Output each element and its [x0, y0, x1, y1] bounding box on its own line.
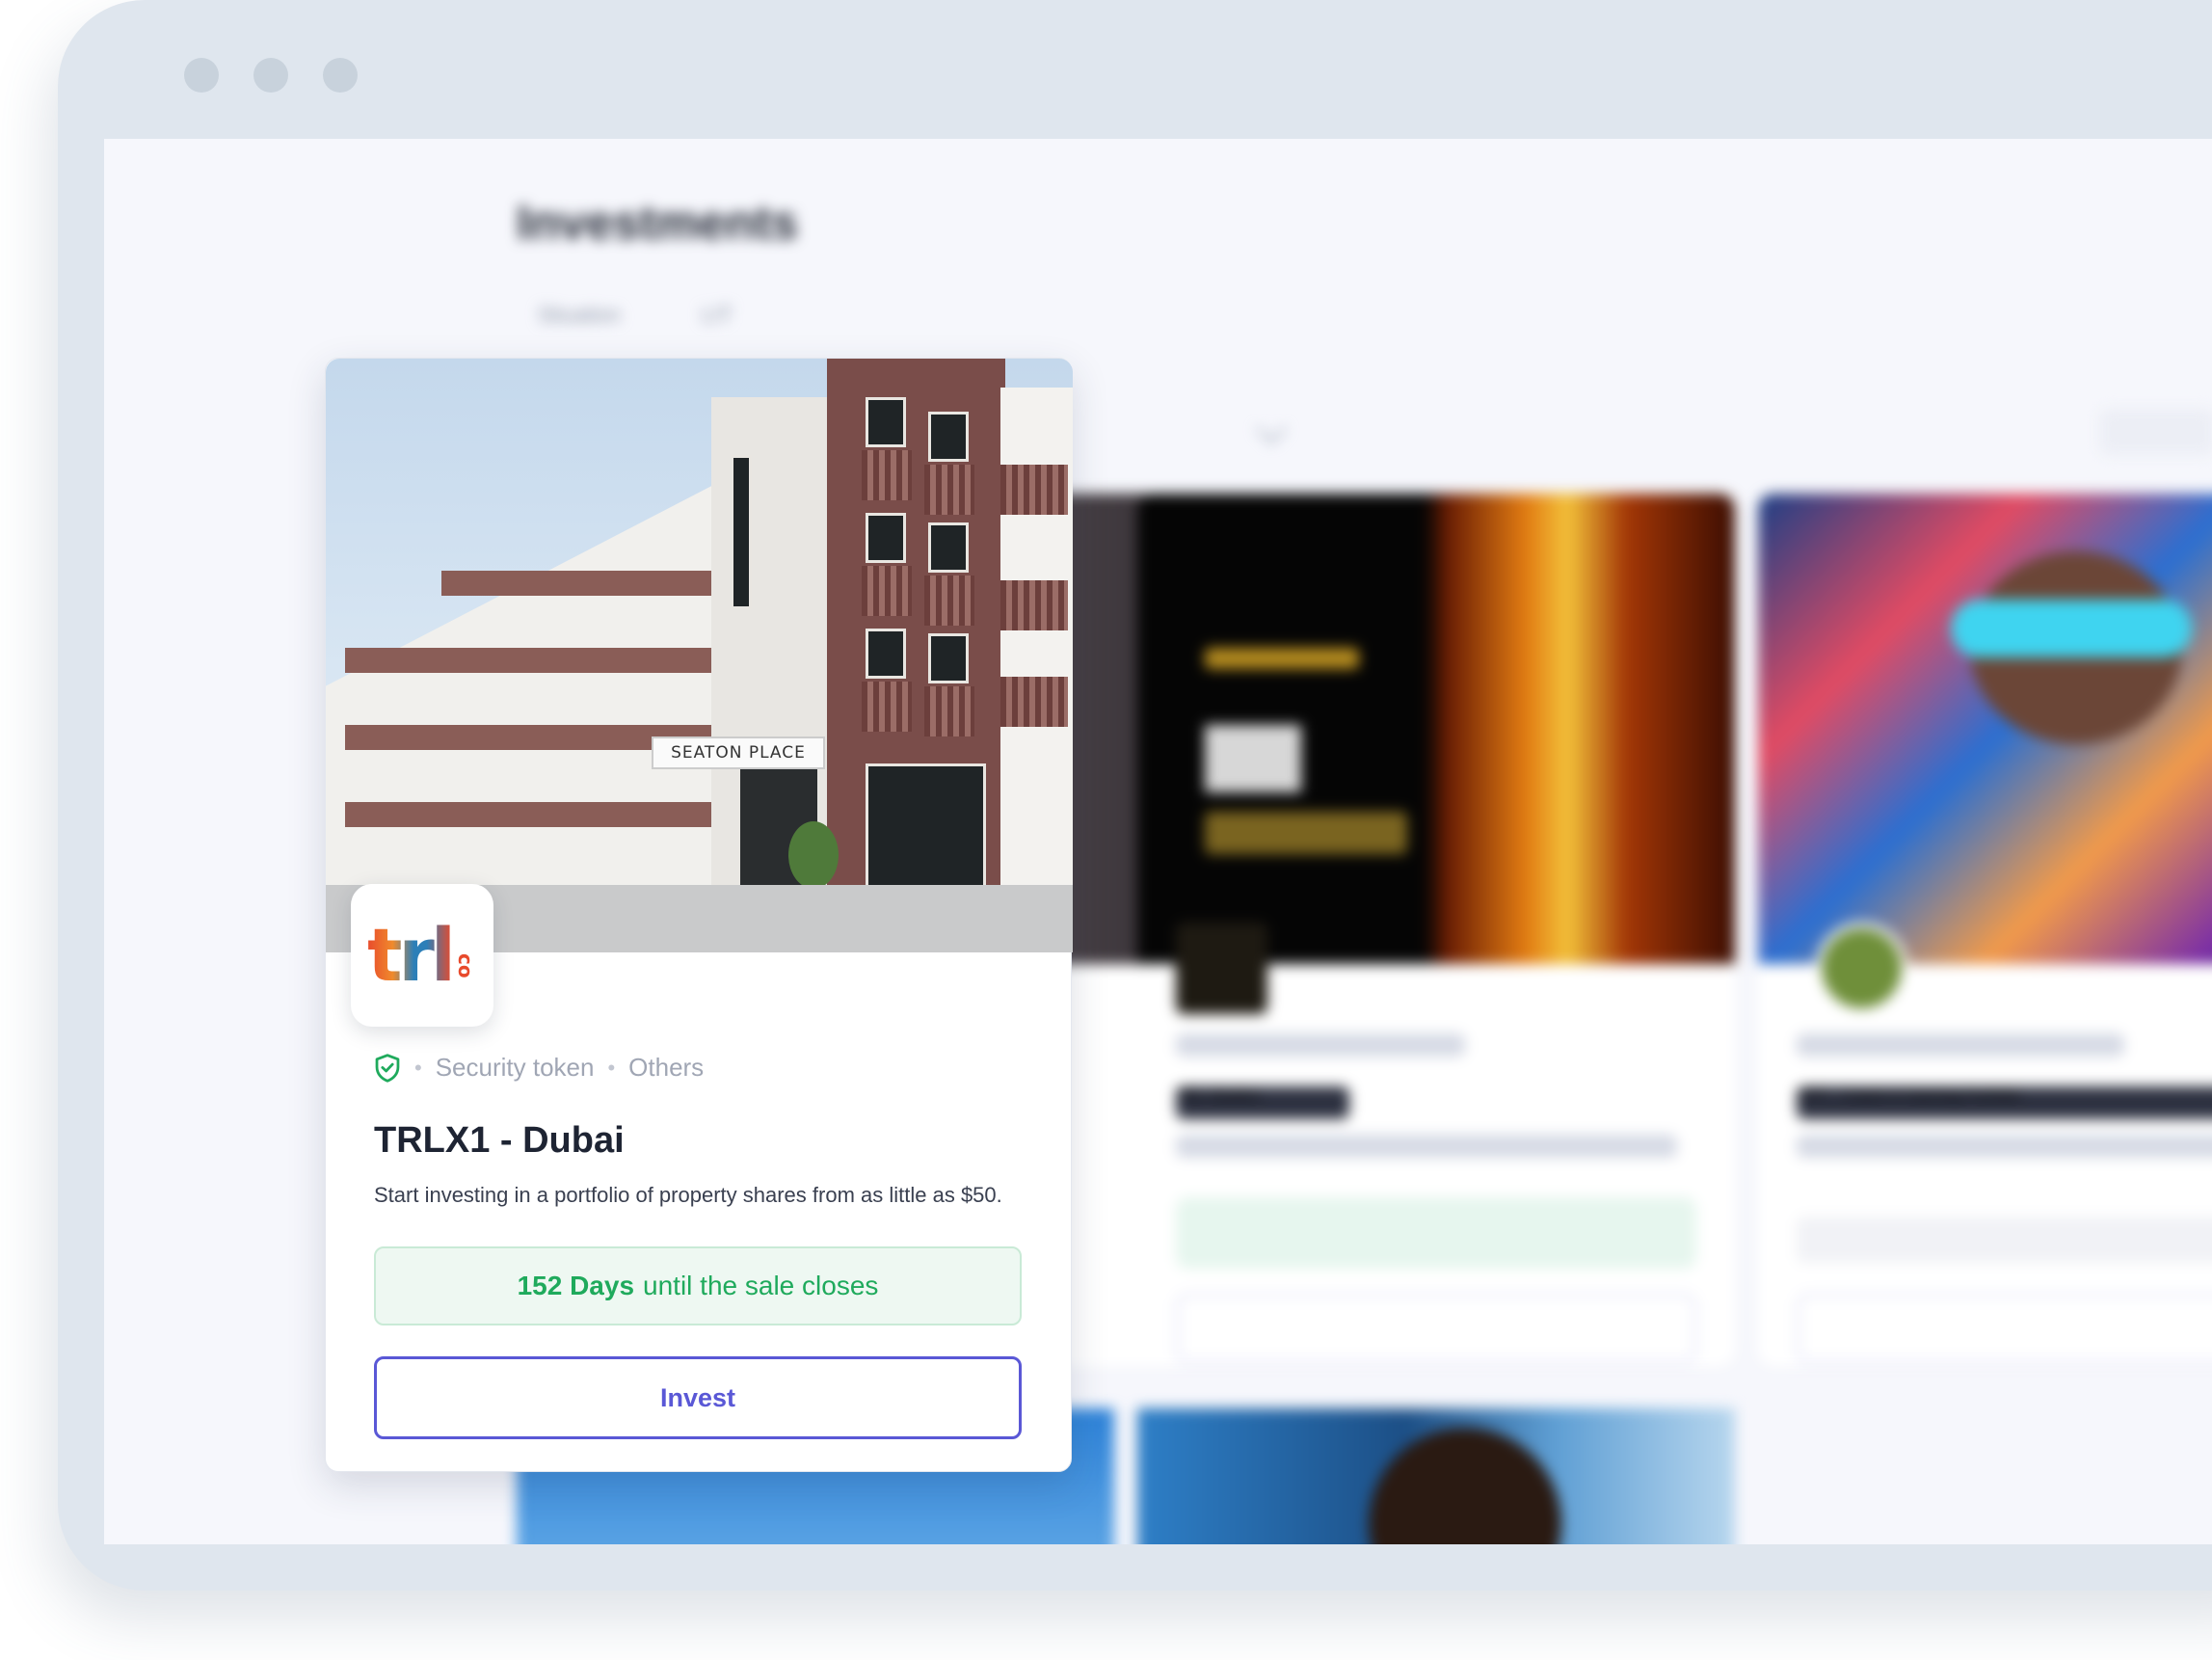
logo-mark — [1205, 725, 1301, 792]
logo-mark — [1205, 812, 1407, 854]
vr-visor — [1951, 600, 2192, 657]
invest-button[interactable]: Invest — [374, 1356, 1022, 1439]
card-title: OTP - Coach-X Gaming Portfolio — [1797, 1086, 2212, 1119]
person-figure — [1369, 1428, 1561, 1544]
avatar — [1816, 923, 1907, 1014]
window — [928, 633, 969, 683]
token-tags: • Security token • Others — [374, 1053, 704, 1083]
card-description — [1176, 1135, 1677, 1158]
card-tags — [1797, 1033, 2124, 1057]
countdown-banner — [1176, 1197, 1696, 1269]
logo-wordmark: trl — [367, 912, 456, 998]
logo-mark — [1205, 648, 1359, 669]
window — [866, 629, 906, 679]
building-sign: SEATON PLACE — [652, 736, 825, 769]
screenshot-stage: Investments Situation LIT TRL Studios OT… — [0, 0, 2212, 1660]
countdown-suffix: until the sale closes — [643, 1271, 879, 1300]
card-tags — [1176, 1033, 1465, 1057]
investment-card[interactable]: OTP - Coach-X Gaming Portfolio — [1758, 494, 2212, 1366]
balcony-rail — [862, 682, 912, 732]
tag-separator: • — [414, 1055, 422, 1080]
balcony-rail — [862, 450, 912, 500]
learn-more-button[interactable] — [1797, 1294, 2212, 1363]
investment-card[interactable]: TRL Studios — [1137, 494, 1735, 1366]
chevron-down-icon[interactable] — [1256, 414, 1287, 444]
invest-button[interactable] — [1176, 1294, 1696, 1363]
window-dot-minimize[interactable] — [253, 58, 288, 93]
balcony-rail — [862, 566, 912, 616]
balcony-rail — [924, 576, 974, 626]
countdown-days: 152 Days — [517, 1271, 635, 1300]
card-image — [1137, 494, 1735, 964]
card-title: TRL Studios — [1176, 1086, 1349, 1119]
page-title: Investments — [517, 196, 798, 250]
tree — [788, 821, 839, 889]
tag-category: Others — [628, 1053, 705, 1082]
balcony-rail — [1000, 580, 1068, 630]
window-dot-close[interactable] — [184, 58, 219, 93]
window — [866, 397, 906, 447]
balcony-row — [345, 802, 711, 827]
status-bar — [1797, 1217, 2212, 1263]
card-image — [1758, 494, 2212, 964]
balcony-rail — [1000, 465, 1068, 515]
tag-security-token: Security token — [435, 1053, 595, 1082]
investment-card-trlx1[interactable]: SEATON PLACE trl co • Security token • O… — [325, 358, 1073, 1472]
balcony-rail — [924, 686, 974, 736]
balcony-rail — [924, 465, 974, 515]
window — [928, 412, 969, 462]
investment-card-image — [1137, 1408, 1735, 1544]
window-dot-maximize[interactable] — [323, 58, 358, 93]
balcony-row — [441, 571, 711, 596]
card-description: Start investing in a portfolio of proper… — [374, 1183, 1002, 1207]
card-title: TRLX1 - Dubai — [374, 1120, 625, 1161]
tag-separator: • — [607, 1055, 616, 1080]
countdown-banner: 152 Days until the sale closes — [374, 1246, 1022, 1325]
tab-situation[interactable]: Situation — [538, 303, 621, 328]
sort-select[interactable] — [2099, 409, 2212, 455]
window — [731, 455, 752, 609]
property-photo: SEATON PLACE — [326, 359, 1073, 952]
logo-suffix: co — [453, 953, 477, 978]
balcony-rail — [1000, 677, 1068, 727]
card-description — [1797, 1135, 2212, 1158]
shield-check-icon — [375, 1053, 400, 1083]
trl-co-logo: trl co — [351, 884, 493, 1027]
balcony-row — [345, 648, 711, 673]
card-logo — [1176, 923, 1267, 1014]
tab-lit[interactable]: LIT — [702, 303, 733, 328]
window — [866, 513, 906, 563]
window — [928, 522, 969, 573]
